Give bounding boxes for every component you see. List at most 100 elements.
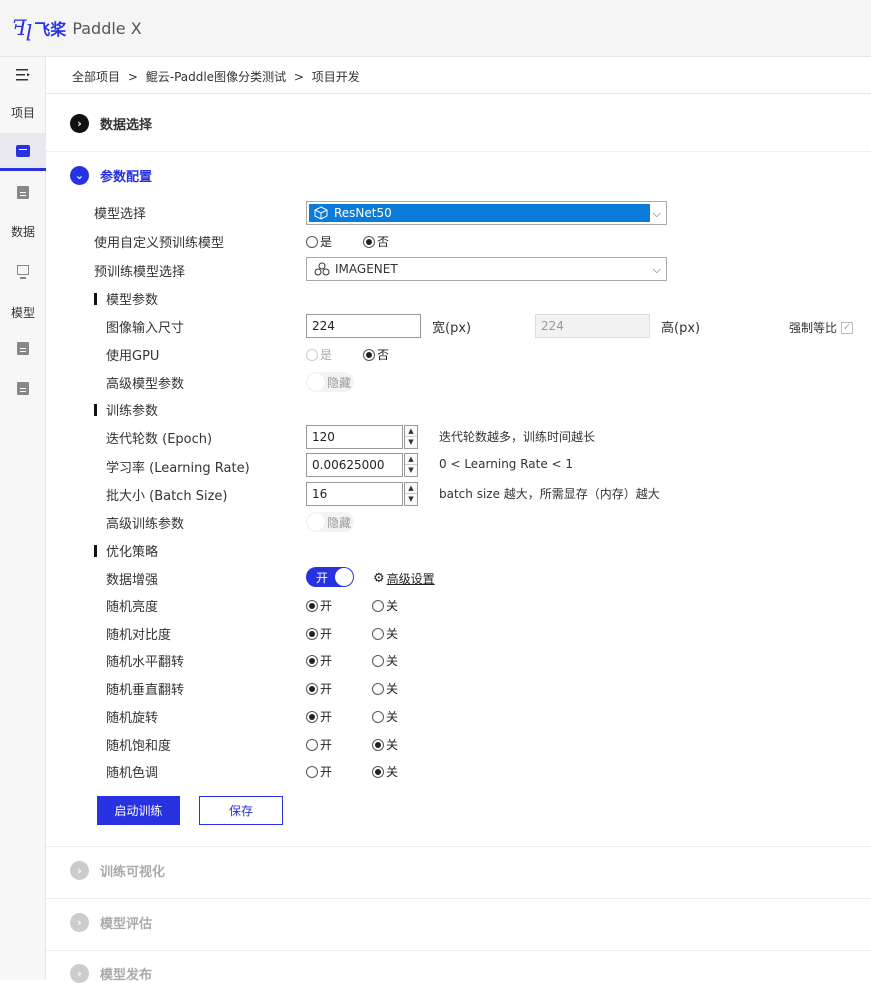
aug-on-radio[interactable]: 开 [306,652,332,669]
section-param-config[interactable]: ⌄ 参数配置 [70,166,152,185]
breadcrumb-all-projects[interactable]: 全部项目 [72,70,120,84]
aug-on-radio[interactable]: 开 [306,736,332,753]
height-unit: 高(px) [661,321,701,336]
sidebar-item-model-1[interactable] [0,329,46,367]
product-name: Paddle X [72,18,142,38]
aug-off-radio[interactable]: 关 [372,625,398,642]
batch-stepper[interactable]: ▲ ▼ [404,482,418,506]
breadcrumb: 全部项目 > 鲲云-Paddle图像分类测试 > 项目开发 [72,68,360,85]
sidebar-item-model-2[interactable] [0,369,46,407]
section-data-select[interactable]: › 数据选择 [70,114,152,133]
section-model-eval[interactable]: › 模型评估 [70,913,152,932]
chevron-right-icon: › [70,913,89,932]
document-icon [17,185,29,199]
chevron-down-icon: ⌵ [652,263,661,276]
menu-toggle-icon[interactable] [0,57,46,93]
width-input[interactable]: 224 [306,314,421,338]
sidebar-item-project-dev[interactable] [0,133,46,171]
lr-input[interactable]: 0.00625000 [306,453,403,477]
monitor-icon [17,265,29,279]
opt-heading: 优化策略 [94,541,158,560]
aug-off-radio[interactable]: 关 [372,763,398,780]
sidebar-group-project: 项目 [10,106,35,120]
top-bar: ꟻꞁ 飞桨 Paddle X [0,0,871,57]
adv-train-label: 高级训练参数 [106,517,185,532]
chevron-right-icon: › [70,964,89,983]
start-training-button[interactable]: 启动训练 [97,796,180,825]
model-select-value: ResNet50 [334,206,392,220]
model-select[interactable]: ResNet50 ⌵ [306,201,667,225]
aug-off-radio[interactable]: 关 [372,708,398,725]
img-size-label: 图像输入尺寸 [106,321,185,336]
sidebar-group-data: 数据 [10,225,35,239]
breadcrumb-project[interactable]: 鲲云-Paddle图像分类测试 [146,70,286,84]
height-input[interactable]: 224 [535,314,650,338]
section-title: 模型发布 [100,968,153,983]
adv-model-toggle[interactable]: 隐藏 [306,372,354,392]
aug-on-radio[interactable]: 开 [306,680,332,697]
epoch-input[interactable]: 120 [306,425,403,449]
aug-row-label: 随机垂直翻转 [106,683,185,698]
aug-off-radio[interactable]: 关 [372,597,398,614]
aug-row-label: 随机旋转 [106,711,159,726]
divider [46,93,871,94]
pretrain-select-value: IMAGENET [335,262,398,276]
chevron-right-icon: › [70,861,89,880]
document-icon [17,381,29,395]
custom-pretrain-no-radio[interactable]: 否 [363,233,389,250]
section-model-publish[interactable]: › 模型发布 [70,964,152,983]
divider [46,151,871,152]
section-title: 数据选择 [100,118,153,133]
epoch-hint: 迭代轮数越多，训练时间越长 [439,430,596,444]
batch-label: 批大小 (Batch Size) [106,489,228,504]
divider [46,898,871,899]
sidebar-item-data[interactable] [0,251,46,289]
epoch-stepper[interactable]: ▲ ▼ [404,425,418,449]
chevron-right-icon: › [70,114,89,133]
aug-off-radio[interactable]: 关 [372,680,398,697]
gpu-yes-radio[interactable]: 是 [306,346,332,363]
force-ratio-checkbox[interactable]: 强制等比 ✓ [789,319,854,336]
paddle-logo-mark: ꟻꞁ [12,16,32,40]
aug-row-label: 随机色调 [106,766,159,781]
batch-input[interactable]: 16 [306,482,403,506]
aug-on-radio[interactable]: 开 [306,708,332,725]
custom-pretrain-label: 使用自定义预训练模型 [94,236,225,251]
model-params-heading: 模型参数 [94,289,158,308]
custom-pretrain-yes-radio[interactable]: 是 [306,233,332,250]
network-icon [314,262,330,276]
train-params-heading: 训练参数 [94,400,158,419]
aug-off-radio[interactable]: 关 [372,736,398,753]
divider [46,950,871,951]
logo-cn-text: 飞桨 [34,20,67,39]
sidebar-item-project-list[interactable] [0,173,46,211]
section-title: 参数配置 [100,170,153,185]
aug-toggle[interactable]: 开 [306,567,354,587]
lr-hint: 0 < Learning Rate < 1 [439,457,574,471]
pretrain-select[interactable]: IMAGENET ⌵ [306,257,667,281]
model-select-label: 模型选择 [94,207,147,222]
breadcrumb-sep: > [127,70,138,84]
aug-on-radio[interactable]: 开 [306,763,332,780]
aug-off-radio[interactable]: 关 [372,652,398,669]
gpu-no-radio[interactable]: 否 [363,346,389,363]
section-train-vis[interactable]: › 训练可视化 [70,861,165,880]
logo[interactable]: ꟻꞁ 飞桨 Paddle X [12,16,142,40]
aug-on-radio[interactable]: 开 [306,625,332,642]
aug-on-radio[interactable]: 开 [306,597,332,614]
chevron-down-icon: ⌵ [652,207,661,220]
adv-model-label: 高级模型参数 [106,377,185,392]
adv-train-toggle[interactable]: 隐藏 [306,512,354,532]
width-unit: 宽(px) [432,321,472,336]
lr-stepper[interactable]: ▲ ▼ [404,453,418,477]
aug-row-label: 随机饱和度 [106,739,172,754]
batch-hint: batch size 越大，所需显存（内存）越大 [439,487,660,501]
sidebar-group-model: 模型 [10,306,35,320]
aug-row-label: 随机水平翻转 [106,655,185,670]
document-icon [17,341,29,355]
aug-row-label: 随机亮度 [106,600,159,615]
pretrain-select-label: 预训练模型选择 [94,265,186,280]
section-title: 模型评估 [100,917,153,932]
save-button[interactable]: 保存 [199,796,283,825]
adv-settings-link[interactable]: ⚙ 高级设置 [373,570,435,587]
